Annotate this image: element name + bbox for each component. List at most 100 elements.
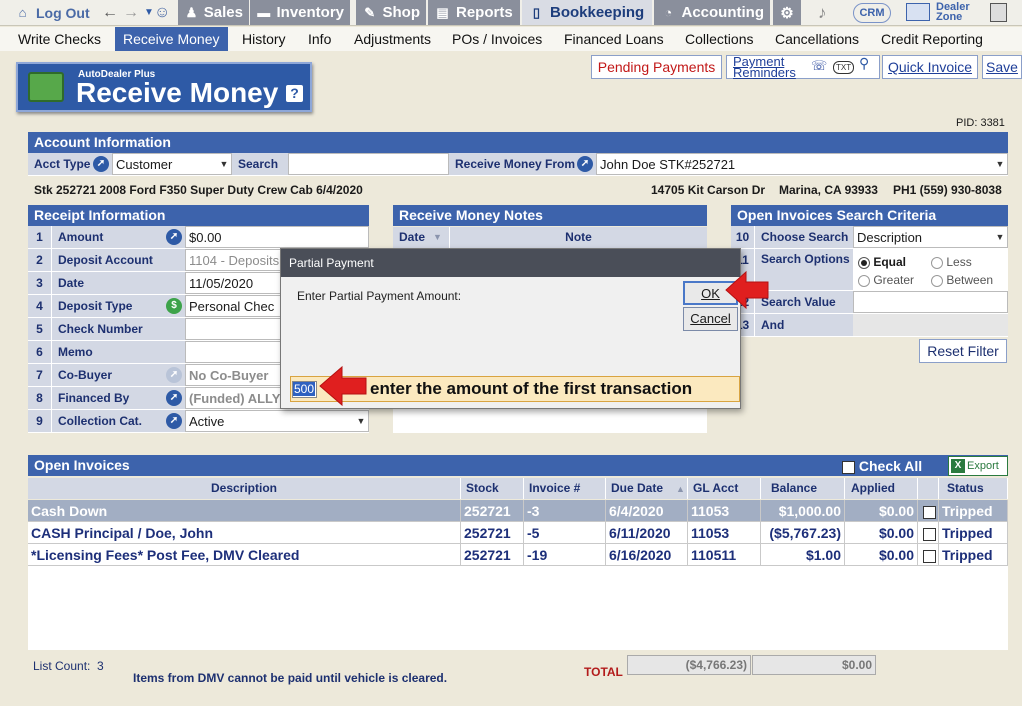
subnav-info[interactable]: Info	[308, 27, 331, 51]
subnav-financed-loans[interactable]: Financed Loans	[564, 27, 664, 51]
row-checkbox[interactable]	[918, 522, 939, 544]
partial-amount-input[interactable]: 500	[292, 381, 317, 398]
subnav-cancellations[interactable]: Cancellations	[775, 27, 859, 51]
quick-invoice-button[interactable]: Quick Invoice	[882, 55, 978, 79]
bell-icon[interactable]: ♪	[812, 0, 833, 25]
checkbox[interactable]	[923, 549, 936, 563]
nav-bookkeeping[interactable]: ▯ Bookkeeping	[522, 0, 652, 25]
search-and-row: 13 And	[731, 314, 1008, 337]
receipt-field-value[interactable]: $0.00	[185, 226, 369, 248]
search-and-input[interactable]	[853, 314, 1008, 336]
subnav-history[interactable]: History	[242, 27, 286, 51]
save-button[interactable]: Save	[982, 55, 1022, 79]
dollar-icon[interactable]: $	[166, 298, 182, 314]
pending-payments-button[interactable]: Pending Payments	[591, 55, 722, 79]
table-row[interactable]: *Licensing Fees* Post Fee, DMV Cleared 25…	[28, 544, 1008, 566]
chevron-down-icon[interactable]: ▼	[993, 227, 1007, 247]
nav-inventory[interactable]: ▬ Inventory	[250, 0, 350, 25]
total-applied: $0.00	[752, 655, 876, 675]
nav-sales[interactable]: ♟ Sales	[178, 0, 249, 25]
receipt-field-value[interactable]: Active ▼	[185, 410, 369, 432]
instruction-annotation: enter the amount of the first transactio…	[370, 379, 693, 398]
sort-icon[interactable]: ▼	[433, 227, 442, 248]
forward-arrow-icon[interactable]: →	[123, 4, 139, 22]
radio-between[interactable]: Between	[931, 271, 993, 289]
column-header[interactable]	[918, 478, 939, 499]
nav-shop[interactable]: ✎ Shop	[356, 0, 426, 25]
subnav-credit-reporting[interactable]: Credit Reporting	[881, 27, 983, 51]
search-and-label: And	[755, 314, 853, 336]
row-checkbox[interactable]	[918, 544, 939, 566]
row-checkbox[interactable]	[918, 500, 939, 522]
check-all-toggle[interactable]: Check All	[842, 458, 922, 474]
reset-filter-button[interactable]: Reset Filter	[919, 339, 1007, 363]
receive-from-select[interactable]: John Doe STK#252721 ▼	[596, 153, 1008, 175]
logout-link[interactable]: ⌂ Log Out	[8, 0, 96, 25]
radio-greater[interactable]: Greater	[858, 271, 914, 289]
column-header[interactable]: Applied	[845, 478, 918, 499]
notes-date-column[interactable]: Date ▼	[393, 227, 449, 248]
sort-icon[interactable]: ▲	[676, 484, 685, 494]
chevron-down-icon[interactable]: ▼	[217, 154, 231, 174]
total-label: TOTAL	[584, 665, 623, 679]
column-header[interactable]: Stock	[461, 478, 524, 499]
subnav-write-checks[interactable]: Write Checks	[18, 27, 101, 51]
column-header[interactable]: Invoice #	[524, 478, 606, 499]
row-number: 1	[28, 226, 52, 248]
subnav-adjustments[interactable]: Adjustments	[354, 27, 431, 51]
acct-type-info-icon[interactable]: ➚	[93, 156, 109, 172]
notes-note-column[interactable]: Note	[450, 227, 707, 248]
lookup-arrow-icon[interactable]: ➚	[166, 229, 182, 245]
column-header[interactable]: GL Acct	[688, 478, 761, 499]
column-header[interactable]: Balance	[761, 478, 845, 499]
payment-reminders-button[interactable]: Payment Reminders ☏ TXT ⚲	[726, 55, 880, 79]
checkbox[interactable]	[923, 505, 936, 519]
table-row[interactable]: CASH Principal / Doe, John 252721 -5 6/11/2…	[28, 522, 1008, 544]
calculator-icon[interactable]	[990, 3, 1007, 22]
gear-icon[interactable]: ⚙	[773, 0, 801, 25]
cell-due: 6/16/2020	[606, 544, 688, 566]
subnav-pos-invoices[interactable]: POs / Invoices	[452, 27, 542, 51]
table-row[interactable]: Cash Down 252721 -3 6/4/2020 11053 $1,000.00 $…	[28, 500, 1008, 522]
acct-type-select[interactable]: Customer ▼	[112, 153, 232, 175]
lookup-arrow-icon[interactable]: ➚	[166, 390, 182, 406]
search-value-input[interactable]	[853, 291, 1008, 313]
column-header[interactable]: Status	[939, 478, 1008, 499]
nav-accounting[interactable]: ◔ Accounting	[654, 0, 770, 25]
radio-equal[interactable]: Equal	[858, 253, 906, 271]
dealer-zone-link[interactable]: Dealer Zone	[936, 2, 970, 23]
crm-button[interactable]: CRM	[853, 3, 891, 23]
cell-due: 6/11/2020	[606, 522, 688, 544]
lookup-arrow-icon[interactable]: ➚	[166, 367, 182, 383]
help-icon[interactable]: ?	[286, 85, 303, 102]
invoice-table-empty-area	[28, 566, 1008, 650]
chevron-down-icon[interactable]: ▼	[993, 154, 1007, 174]
back-arrow-icon[interactable]: ←	[102, 4, 118, 22]
search-input[interactable]	[288, 153, 449, 175]
chevron-down-icon[interactable]: ▼	[354, 411, 368, 431]
checkbox[interactable]	[923, 527, 936, 541]
choose-search-select[interactable]: Description ▼	[853, 226, 1008, 248]
cell-gl: 110511	[688, 544, 761, 566]
column-header[interactable]: Description	[28, 478, 461, 499]
red-arrow-icon	[319, 365, 367, 407]
lookup-arrow-icon[interactable]: ➚	[166, 413, 182, 429]
id-card-icon[interactable]	[906, 3, 930, 21]
receipt-field-label: Check Number	[52, 318, 185, 340]
support-icon[interactable]: ☺	[148, 0, 176, 25]
cell-status: Tripped	[939, 544, 1008, 566]
subnav-collections[interactable]: Collections	[685, 27, 753, 51]
radio-less[interactable]: Less	[931, 253, 972, 271]
cancel-button[interactable]: Cancel	[683, 307, 738, 331]
subnav-receive-money[interactable]: Receive Money	[115, 27, 228, 51]
acct-type-label: Acct Type ➚	[28, 153, 112, 175]
report-icon: ▤	[436, 5, 449, 20]
cell-stock: 252721	[461, 544, 524, 566]
receive-from-info-icon[interactable]: ➚	[577, 156, 593, 172]
check-all-checkbox[interactable]	[842, 460, 855, 474]
export-button[interactable]: X Export	[948, 456, 1008, 476]
total-balance: ($4,766.23)	[627, 655, 751, 675]
row-number: 7	[28, 364, 52, 386]
row-number: 3	[28, 272, 52, 294]
nav-reports[interactable]: ▤ Reports	[428, 0, 520, 25]
